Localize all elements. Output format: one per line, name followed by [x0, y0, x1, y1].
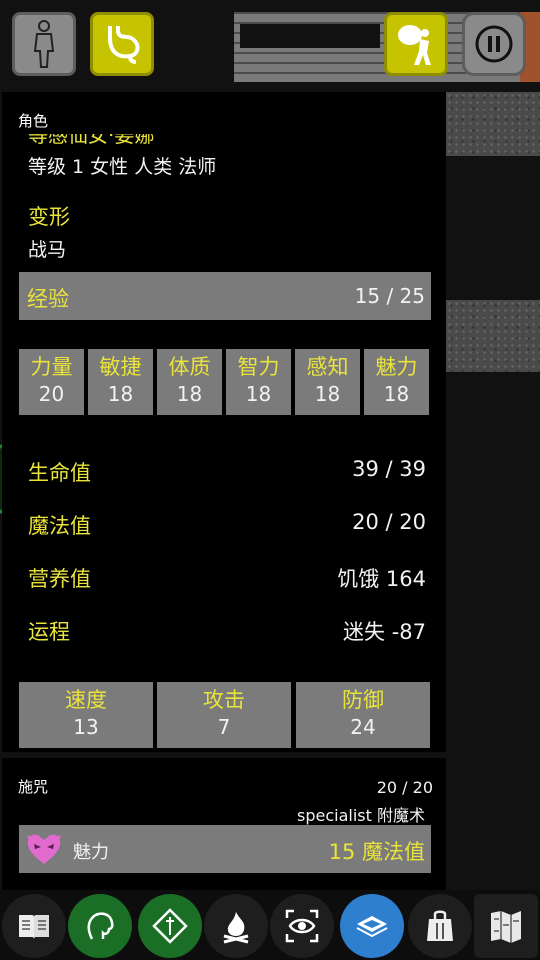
- map-layers-button[interactable]: [340, 894, 404, 958]
- equipment-tab-button[interactable]: [138, 894, 202, 958]
- gift-bag-icon: [427, 910, 453, 941]
- pause-icon: [475, 25, 513, 63]
- combat-attack: 攻击 7: [157, 682, 291, 748]
- specialist-label: specialist 附魔术: [297, 806, 425, 825]
- spell-name: 魅力: [73, 842, 109, 863]
- spell-mana: 20 / 20: [376, 778, 433, 797]
- character-tab-button[interactable]: [68, 894, 132, 958]
- head-icon: [87, 912, 114, 940]
- book-icon: [19, 915, 49, 939]
- attribute-wis: 感知 18: [295, 349, 360, 415]
- wall-gap: [240, 24, 380, 48]
- vital-luck: 运程 迷失 -87: [28, 620, 426, 644]
- journal-button[interactable]: [2, 894, 66, 958]
- spell-panel-title: 施咒: [18, 778, 49, 796]
- experience-bar: 经验 15 / 25: [19, 272, 431, 320]
- vital-hp: 生命值 39 / 39: [28, 457, 426, 485]
- attribute-int: 智力 18: [226, 349, 291, 415]
- transform-label: 变形: [28, 205, 70, 229]
- inventory-button[interactable]: [408, 894, 472, 958]
- combat-speed: 速度 13: [19, 682, 153, 748]
- pause-button[interactable]: [462, 12, 526, 76]
- spell-charm-button[interactable]: 魅力 15 魔法值: [19, 825, 431, 873]
- character-button[interactable]: [12, 12, 76, 76]
- heart-mask-icon: [26, 834, 62, 864]
- dagger-diamond-icon: [152, 908, 188, 944]
- spell-cost: 15 魔法值: [328, 840, 425, 864]
- attribute-str: 力量 20: [19, 349, 84, 415]
- attribute-con: 体质 18: [157, 349, 222, 415]
- rock-floor: [446, 92, 540, 156]
- look-button[interactable]: [270, 894, 334, 958]
- experience-value: 15 / 25: [354, 284, 425, 308]
- experience-label: 经验: [27, 287, 69, 311]
- campfire-icon: [223, 912, 249, 944]
- map-layers-icon: [356, 916, 388, 938]
- dungeon-map-icon: [491, 911, 521, 943]
- stomach-icon: [108, 26, 140, 64]
- attribute-dex: 敏捷 18: [88, 349, 153, 415]
- character-name: 等感仙女·姜娜: [28, 134, 155, 146]
- vital-mp: 魔法值 20 / 20: [28, 510, 426, 538]
- vital-nutrition: 营养值 饥饿 164: [28, 567, 426, 591]
- attribute-cha: 魅力 18: [364, 349, 429, 415]
- character-description: 等级 1 女性 人类 法师: [28, 156, 217, 178]
- rock-floor: [446, 300, 540, 372]
- nutrition-button[interactable]: [90, 12, 154, 76]
- rest-button[interactable]: [204, 894, 268, 958]
- eye-focus-icon: [285, 909, 319, 943]
- dungeon-map-button[interactable]: [474, 894, 538, 958]
- carry-button[interactable]: [384, 12, 448, 76]
- character-panel: [2, 92, 446, 752]
- carry-pack-icon: [398, 25, 431, 65]
- panel-title: 角色: [18, 112, 49, 130]
- transform-value: 战马: [28, 239, 67, 261]
- combat-defense: 防御 24: [296, 682, 430, 748]
- person-icon: [33, 20, 55, 68]
